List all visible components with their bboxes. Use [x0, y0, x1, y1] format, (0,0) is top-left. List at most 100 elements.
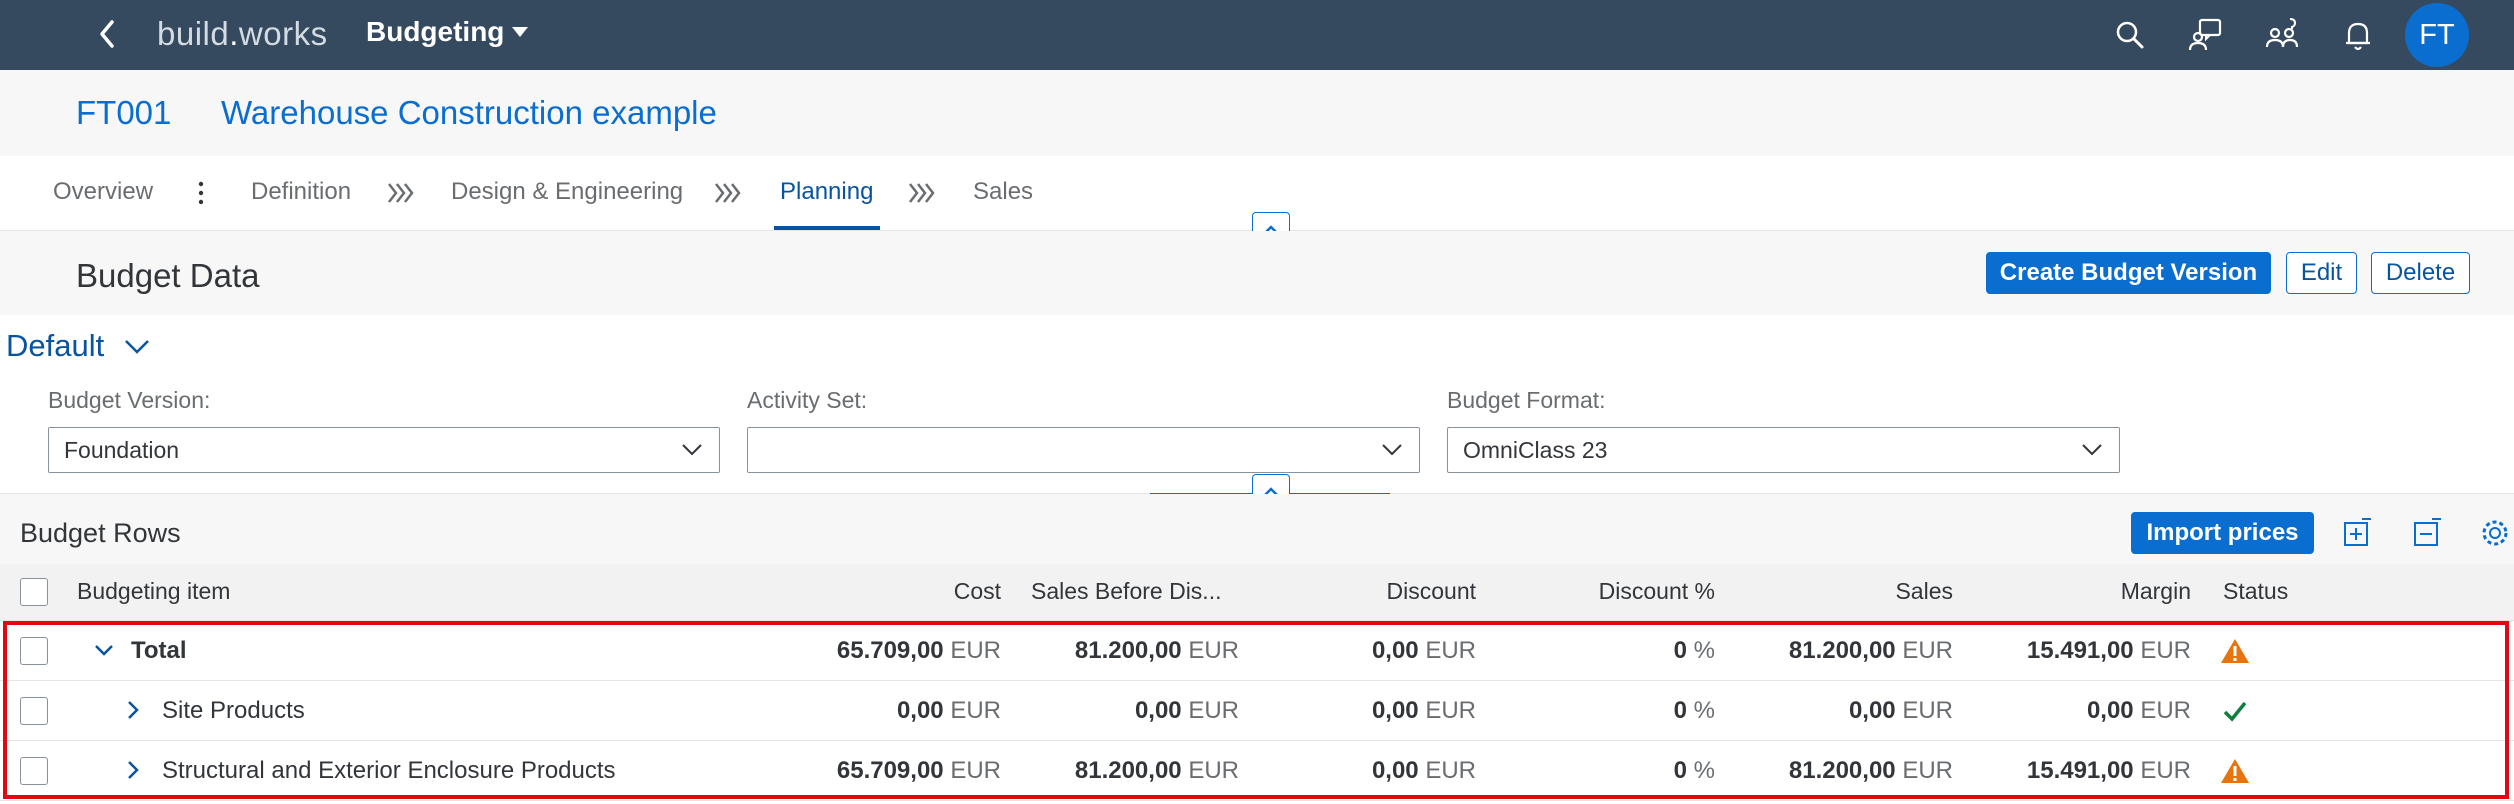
budget-version-value: Foundation — [64, 437, 180, 463]
col-margin[interactable]: Margin — [2121, 578, 2191, 605]
table-header: Budgeting item Cost Sales Before Dis... … — [0, 564, 2514, 621]
budget-version-label: Budget Version: — [48, 387, 211, 413]
delete-button[interactable]: Delete — [2371, 252, 2470, 294]
cell-sales: 0,00 EUR — [1849, 697, 1953, 725]
budget-version-select[interactable]: Foundation — [48, 427, 720, 473]
avatar[interactable]: FT — [2405, 3, 2469, 67]
chevron-right-icon[interactable] — [122, 759, 144, 781]
cell-discount: 0,00 EUR — [1372, 637, 1476, 665]
edit-button[interactable]: Edit — [2286, 252, 2357, 294]
row-checkbox[interactable] — [20, 637, 48, 665]
expand-all-icon[interactable] — [2340, 516, 2374, 550]
margin-unit: EUR — [2140, 637, 2191, 664]
cell-cost: 65.709,00 EUR — [837, 637, 1001, 665]
create-budget-version-button[interactable]: Create Budget Version — [1986, 252, 2271, 294]
sales-before-value: 81.200,00 — [1074, 637, 1182, 664]
feedback-icon[interactable] — [2186, 15, 2226, 55]
chevron-down-icon — [682, 444, 702, 456]
object-id: FT001 — [76, 94, 172, 131]
tab-design-engineering[interactable]: Design & Engineering — [451, 178, 683, 206]
col-sales[interactable]: Sales — [1895, 578, 1953, 605]
cost-value: 65.709,00 — [836, 757, 944, 784]
col-budgeting-item[interactable]: Budgeting item — [77, 578, 230, 605]
tab-overview[interactable]: Overview — [53, 178, 153, 206]
cell-sales-before: 0,00 EUR — [1135, 697, 1239, 725]
row-checkbox[interactable] — [20, 697, 48, 725]
col-status[interactable]: Status — [2223, 578, 2288, 605]
cell-sales: 81.200,00 EUR — [1789, 757, 1953, 785]
budget-format-select[interactable]: OmniClass 23 — [1447, 427, 2120, 473]
table-row[interactable]: Total 65.709,00 EUR 81.200,00 EUR 0,00 E… — [0, 621, 2514, 681]
col-discount-pct[interactable]: Discount % — [1599, 578, 1715, 605]
discount-value: 0,00 — [1371, 637, 1419, 664]
cost-value: 65.709,00 — [836, 637, 944, 664]
budget-format-value: OmniClass 23 — [1463, 437, 1608, 463]
tab-definition[interactable]: Definition — [251, 178, 351, 206]
discount-pct-unit: % — [1693, 757, 1715, 784]
import-prices-button[interactable]: Import prices — [2131, 512, 2314, 554]
discount-unit: EUR — [1425, 757, 1476, 784]
col-cost[interactable]: Cost — [954, 578, 1001, 605]
discount-pct-value: 0 — [1673, 697, 1687, 724]
margin-unit: EUR — [2140, 757, 2191, 784]
more-vertical-icon[interactable] — [193, 178, 209, 208]
margin-value: 0,00 — [2086, 697, 2134, 724]
budget-format-label: Budget Format: — [1447, 387, 1606, 413]
search-icon[interactable] — [2110, 15, 2150, 55]
cost-value: 0,00 — [896, 697, 944, 724]
collapse-all-icon[interactable] — [2410, 516, 2444, 550]
chevron-double-right-icon — [388, 183, 414, 203]
user-group-icon[interactable] — [2262, 15, 2302, 55]
cost-unit: EUR — [950, 697, 1001, 724]
row-name: Structural and Exterior Enclosure Produc… — [162, 757, 616, 784]
activity-set-select[interactable] — [747, 427, 1420, 473]
sales-before-value: 0,00 — [1134, 697, 1182, 724]
discount-value: 0,00 — [1371, 697, 1419, 724]
table-row[interactable]: Site Products 0,00 EUR 0,00 EUR 0,00 EUR… — [0, 681, 2514, 741]
chevron-down-icon[interactable] — [93, 639, 115, 661]
active-tab-indicator — [774, 226, 880, 230]
table-toolbar: Budget Rows Import prices — [0, 494, 2514, 564]
caret-down-icon[interactable] — [512, 26, 528, 38]
row-name: Site Products — [162, 697, 305, 724]
object-title: Warehouse Construction example — [221, 94, 717, 131]
row-name: Total — [131, 637, 187, 664]
discount-pct-value: 0 — [1673, 757, 1687, 784]
cell-discount: 0,00 EUR — [1372, 697, 1476, 725]
tab-sales[interactable]: Sales — [973, 178, 1033, 206]
cell-discount-pct: 0 % — [1674, 637, 1715, 665]
app-logo[interactable]: build.works — [157, 15, 328, 53]
sales-before-value: 81.200,00 — [1074, 757, 1182, 784]
cell-cost: 0,00 EUR — [897, 697, 1001, 725]
cell-sales-before: 81.200,00 EUR — [1075, 757, 1239, 785]
shell-bar: build.works Budgeting FT — [0, 0, 2514, 70]
discount-pct-unit: % — [1693, 697, 1715, 724]
back-icon[interactable] — [92, 14, 124, 54]
sales-unit: EUR — [1902, 697, 1953, 724]
cost-unit: EUR — [950, 757, 1001, 784]
object-header: FT001 Warehouse Construction example — [0, 70, 2514, 156]
discount-value: 0,00 — [1371, 757, 1419, 784]
chevron-down-icon[interactable] — [122, 334, 152, 358]
activity-set-label: Activity Set: — [747, 387, 868, 413]
notifications-icon[interactable] — [2338, 15, 2378, 55]
row-checkbox[interactable] — [20, 757, 48, 785]
select-all-checkbox[interactable] — [20, 578, 48, 606]
variant-selector[interactable]: Default — [6, 328, 104, 364]
cell-cost: 65.709,00 EUR — [837, 757, 1001, 785]
discount-pct-value: 0 — [1673, 637, 1687, 664]
cell-margin: 15.491,00 EUR — [2027, 637, 2191, 665]
chevron-right-icon[interactable] — [122, 699, 144, 721]
tab-planning[interactable]: Planning — [780, 178, 873, 206]
col-sales-before-discount[interactable]: Sales Before Dis... — [1031, 578, 1221, 605]
cell-discount: 0,00 EUR — [1372, 757, 1476, 785]
col-discount[interactable]: Discount — [1387, 578, 1476, 605]
settings-icon[interactable] — [2478, 516, 2512, 550]
checkmark-icon — [2223, 701, 2247, 722]
cell-sales: 81.200,00 EUR — [1789, 637, 1953, 665]
warning-icon — [2221, 759, 2249, 783]
sales-value: 0,00 — [1848, 697, 1896, 724]
app-title[interactable]: Budgeting — [366, 16, 504, 48]
table-row[interactable]: Structural and Exterior Enclosure Produc… — [0, 741, 2514, 801]
discount-unit: EUR — [1425, 697, 1476, 724]
